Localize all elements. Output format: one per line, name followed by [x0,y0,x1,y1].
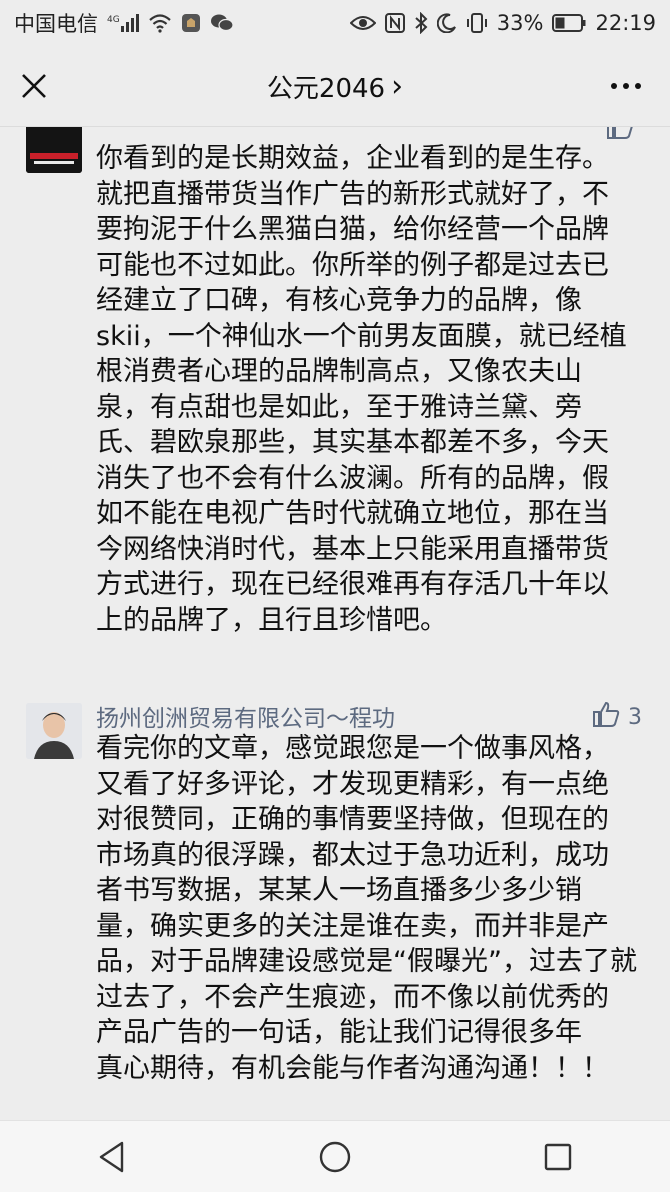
close-icon[interactable] [18,70,50,102]
clock: 22:19 [595,11,656,35]
bluetooth-icon [414,12,428,34]
comment-list[interactable]: 你看到的是长期效益，企业看到的是生存。 就把直播带货当作广告的新形式就好了，不 … [0,127,670,1120]
avatar[interactable] [26,703,82,759]
back-triangle-icon[interactable] [92,1137,132,1177]
carrier-label: 中国电信 [14,12,98,36]
account-name: 公元2046 [266,73,386,104]
more-icon[interactable] [608,70,644,102]
app-notification-icon [181,13,201,33]
system-nav-bar [0,1120,670,1192]
vibrate-icon [466,13,488,33]
thumbs-up-icon [592,701,620,733]
avatar[interactable] [26,127,82,173]
home-circle-icon[interactable] [315,1137,355,1177]
account-title[interactable]: 公元2046 › [267,68,403,105]
comment-text: 你看到的是长期效益，企业看到的是生存。 就把直播带货当作广告的新形式就好了，不 … [96,143,627,636]
nfc-icon [384,13,405,33]
comment-text: 看完你的文章，感觉跟您是一个做事风格， 又看了好多评论，才发现更精彩，有一点绝 … [96,733,637,1084]
status-bar: 中国电信 4G 33% 22:19 [0,0,670,46]
eye-icon [349,14,376,32]
chevron-right-icon: › [391,68,404,104]
signal-icon: 4G [107,13,139,33]
commenter-name[interactable]: 扬州创洲贸易有限公司～程功 [96,699,395,733]
network-label: 4G [107,15,120,25]
nav-bar: 公元2046 › [0,46,670,127]
battery-percent: 33% [496,11,544,35]
wifi-icon [148,13,172,33]
wechat-icon [210,13,234,33]
recents-square-icon[interactable] [538,1137,578,1177]
battery-icon [552,14,586,32]
like-count: 3 [628,704,642,730]
moon-icon [436,13,457,33]
like-button[interactable]: 3 [592,701,642,733]
